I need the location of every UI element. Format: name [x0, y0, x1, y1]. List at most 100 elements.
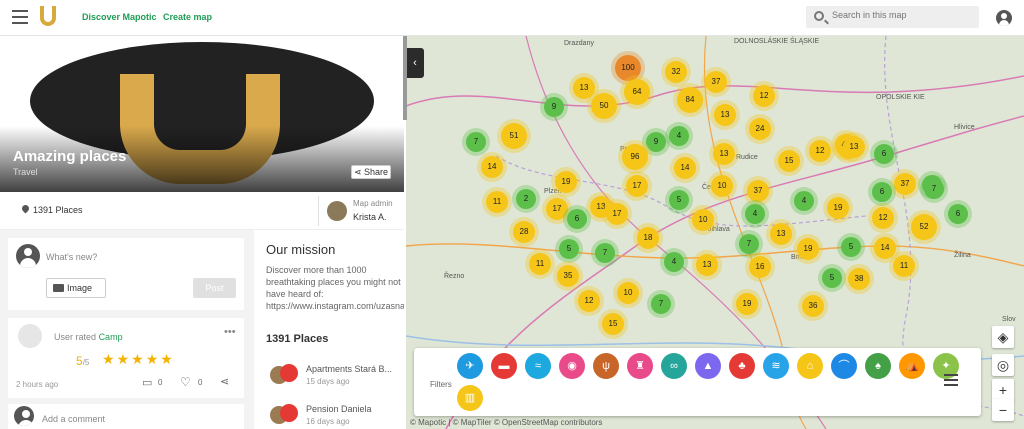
zoom-out-button[interactable]: − — [992, 399, 1014, 421]
map-cluster-marker[interactable]: 10 — [692, 209, 714, 231]
map-cluster-marker[interactable]: 100 — [615, 55, 641, 81]
discover-mapotic-link[interactable]: Discover Mapotic — [82, 12, 157, 22]
map-cluster-marker[interactable]: 15 — [602, 313, 624, 335]
map-cluster-marker[interactable]: 84 — [677, 87, 703, 113]
map-cluster-marker[interactable]: 12 — [578, 290, 600, 312]
menu-icon[interactable] — [12, 10, 28, 24]
map-cluster-marker[interactable]: 13 — [573, 77, 595, 99]
map-cluster-marker[interactable]: 6 — [874, 144, 894, 164]
binoculars-icon[interactable]: ∞ — [661, 353, 687, 379]
map-cluster-marker[interactable]: 7 — [595, 243, 615, 263]
map-cluster-marker[interactable]: 51 — [501, 123, 527, 149]
map-cluster-marker[interactable]: 14 — [874, 237, 896, 259]
user-account-icon[interactable] — [996, 10, 1012, 26]
map-cluster-marker[interactable]: 17 — [606, 203, 628, 225]
map-cluster-marker[interactable]: 19 — [555, 171, 577, 193]
map-cluster-marker[interactable]: 10 — [617, 282, 639, 304]
map-cluster-marker[interactable]: 36 — [802, 295, 824, 317]
map-cluster-marker[interactable]: 18 — [637, 227, 659, 249]
tree-icon[interactable]: ♠ — [865, 353, 891, 379]
map-cluster-marker[interactable]: 4 — [745, 204, 765, 224]
map-cluster-marker[interactable]: 6 — [948, 204, 968, 224]
collapse-panel-button[interactable]: ‹ — [406, 48, 424, 78]
zoom-in-button[interactable]: + — [992, 379, 1014, 401]
map-cluster-marker[interactable]: 37 — [705, 71, 727, 93]
map-cluster-marker[interactable]: 24 — [749, 118, 771, 140]
map-cluster-marker[interactable]: 11 — [893, 255, 915, 277]
more-options-icon[interactable]: ••• — [224, 326, 236, 338]
circus-icon[interactable]: ⛺ — [899, 353, 925, 379]
map-cluster-marker[interactable]: 37 — [894, 173, 916, 195]
map-cluster-marker[interactable]: 12 — [809, 140, 831, 162]
activity-user[interactable]: User — [54, 332, 73, 342]
map-cluster-marker[interactable]: 12 — [872, 207, 894, 229]
map-cluster-marker[interactable]: 7 — [739, 234, 759, 254]
map-cluster-marker[interactable]: 5 — [669, 190, 689, 210]
pin-icon[interactable]: ✈ — [457, 353, 483, 379]
panel-scrollbar[interactable] — [403, 36, 407, 120]
castle-icon[interactable]: ♜ — [627, 353, 653, 379]
map-cluster-marker[interactable]: 4 — [664, 252, 684, 272]
map-cluster-marker[interactable]: 14 — [674, 157, 696, 179]
map-cluster-marker[interactable]: 12 — [753, 85, 775, 107]
map-cluster-marker[interactable]: 16 — [749, 256, 771, 278]
map-cluster-marker[interactable]: 19 — [736, 293, 758, 315]
share-icon[interactable]: ⋖ — [220, 375, 229, 388]
camera-icon[interactable]: ◉ — [559, 353, 585, 379]
camp-icon[interactable]: ⌂ — [797, 353, 823, 379]
map-cluster-marker[interactable]: 19 — [827, 197, 849, 219]
comment-icon[interactable]: ▭ — [142, 376, 152, 389]
map-cluster-marker[interactable]: 10 — [711, 175, 733, 197]
like-icon[interactable]: ♡ — [180, 375, 191, 389]
activity-target[interactable]: Camp — [99, 332, 123, 342]
admin-avatar[interactable] — [327, 201, 347, 221]
map-cluster-marker[interactable]: 14 — [481, 156, 503, 178]
filter-settings-icon[interactable] — [944, 374, 958, 386]
create-map-link[interactable]: Create map — [163, 12, 212, 22]
map-cluster-marker[interactable]: 17 — [626, 175, 648, 197]
spa-icon[interactable]: ≋ — [763, 353, 789, 379]
restaurant-icon[interactable]: ψ — [593, 353, 619, 379]
mapotic-logo[interactable] — [40, 6, 56, 26]
map-cluster-marker[interactable]: 4 — [794, 191, 814, 211]
locate-me-button[interactable]: ◎ — [992, 354, 1014, 376]
bed-icon[interactable]: ▬ — [491, 353, 517, 379]
map-cluster-marker[interactable]: 7 — [924, 179, 944, 199]
map-cluster-marker[interactable]: 96 — [622, 144, 648, 170]
map-cluster-marker[interactable]: 64 — [624, 79, 650, 105]
map-cluster-marker[interactable]: 9 — [544, 97, 564, 117]
map-cluster-marker[interactable]: 9 — [646, 132, 666, 152]
map-cluster-marker[interactable]: 13 — [714, 104, 736, 126]
place-list-item[interactable]: Pension Daniela 16 days ago — [270, 402, 400, 429]
shirt-icon[interactable]: ♣ — [729, 353, 755, 379]
map-cluster-marker[interactable]: 5 — [841, 237, 861, 257]
map-cluster-marker[interactable]: 32 — [665, 61, 687, 83]
swim-icon[interactable]: ≈ — [525, 353, 551, 379]
post-button[interactable]: Post — [193, 278, 236, 298]
search-input[interactable] — [832, 10, 972, 20]
map-cluster-marker[interactable]: 11 — [529, 253, 551, 275]
map-cluster-marker[interactable]: 13 — [770, 223, 792, 245]
map-cluster-marker[interactable]: 7 — [466, 132, 486, 152]
map-cluster-marker[interactable]: 6 — [567, 209, 587, 229]
map-cluster-marker[interactable]: 17 — [546, 198, 568, 220]
map-cluster-marker[interactable]: 7 — [651, 294, 671, 314]
map-cluster-marker[interactable]: 6 — [872, 182, 892, 202]
tent-icon[interactable]: ▲ — [695, 353, 721, 379]
comment-input[interactable]: Add a comment — [42, 414, 105, 424]
map-cluster-marker[interactable]: 50 — [591, 93, 617, 119]
map-cluster-marker[interactable]: 13 — [713, 143, 735, 165]
map-cluster-marker[interactable]: 13 — [843, 136, 865, 158]
image-upload-button[interactable]: Image — [46, 278, 106, 298]
search-box[interactable] — [806, 6, 979, 28]
map-cluster-marker[interactable]: 35 — [557, 265, 579, 287]
map-cluster-marker[interactable]: 5 — [822, 268, 842, 288]
map-cluster-marker[interactable]: 28 — [513, 221, 535, 243]
map-cluster-marker[interactable]: 11 — [486, 191, 508, 213]
map-cluster-marker[interactable]: 13 — [696, 254, 718, 276]
map-cluster-marker[interactable]: 4 — [669, 126, 689, 146]
map-cluster-marker[interactable]: 37 — [747, 180, 769, 202]
share-button[interactable]: ⋖ Share — [351, 165, 391, 179]
bridge-icon[interactable]: ⌒ — [831, 353, 857, 379]
map-cluster-marker[interactable]: 52 — [911, 214, 937, 240]
